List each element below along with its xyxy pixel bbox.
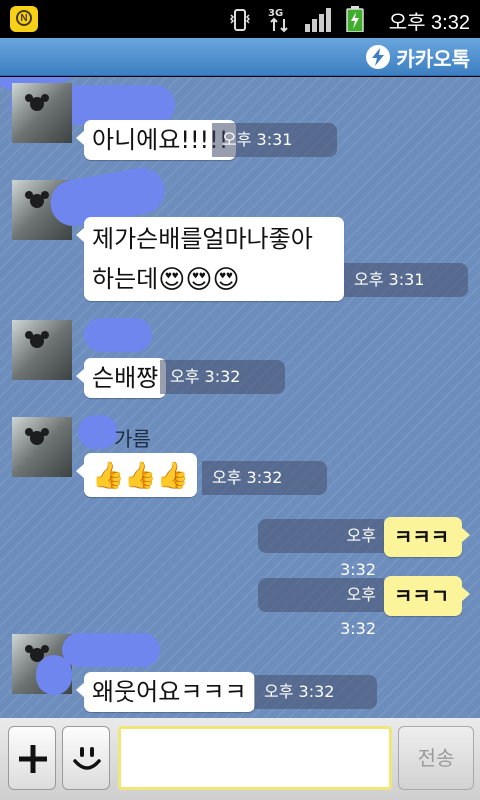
3g-data-icon: 3G [268, 8, 288, 33]
message-bubble[interactable]: 제가슨배를얼마나좋아 하는데😍😍😍 [76, 217, 344, 301]
plus-icon [19, 745, 47, 773]
message-bubble[interactable]: 👍👍👍 [75, 453, 198, 497]
avatar[interactable] [12, 320, 72, 380]
app-logo: 카카오톡 [366, 42, 470, 72]
message-time: 오후 3:32 [202, 461, 327, 495]
redacted-name [84, 318, 152, 352]
message-bubble-own[interactable]: ㅋㅋㄱ [384, 576, 470, 616]
title-bar: 카카오톡 [0, 38, 480, 76]
message-time: 오후 3:32 [258, 519, 384, 579]
message-bubble[interactable]: 슨배쨩 [75, 358, 167, 398]
message-time: 오후 3:32 [160, 360, 285, 394]
message-time: 오후 3:31 [344, 263, 468, 297]
chat-area[interactable]: 아니에요!!!!! 오후 3:31 제가슨배를얼마나좋아 하는데😍😍😍 오후 3… [0, 77, 480, 718]
message-time: 오후 3:31 [212, 123, 337, 157]
battery-charging-icon [346, 6, 364, 32]
emoticon-button[interactable] [62, 726, 110, 790]
message-time: 오후 3:32 [258, 578, 384, 638]
message-time: 오후 3:32 [254, 675, 377, 709]
thumbs-up-emoji-icon: 👍👍👍 [92, 461, 190, 491]
svg-text:3G: 3G [268, 8, 283, 19]
avatar[interactable] [12, 417, 72, 477]
app-title: 카카오톡 [396, 46, 470, 71]
smiley-icon [73, 747, 101, 770]
heart-eyes-emoji-icon: 😍😍😍 [158, 265, 240, 295]
message-line-text: 하는데 [92, 265, 159, 293]
attach-plus-button[interactable] [8, 726, 56, 790]
message-input[interactable] [118, 726, 392, 790]
redacted-name [78, 415, 118, 449]
status-time: 오후 3:32 [388, 12, 470, 34]
message-line: 하는데😍😍😍 [92, 259, 336, 299]
message-bubble[interactable]: 왜웃어요ㅋㅋㅋ [76, 672, 255, 712]
sender-name: 가름 [114, 427, 151, 451]
input-bar: 전송 [0, 718, 480, 800]
message-bubble-own[interactable]: ㅋㅋㅋ [384, 517, 470, 557]
signal-icon [305, 8, 331, 32]
naver-app-icon: N [10, 6, 38, 32]
send-button[interactable]: 전송 [398, 726, 474, 790]
avatar[interactable] [12, 83, 72, 143]
redacted-name [62, 633, 160, 667]
message-line: 제가슨배를얼마나좋아 [92, 225, 313, 253]
kakao-bolt-icon [366, 45, 391, 69]
vibrate-icon [229, 9, 251, 31]
status-bar: N 3G 오후 3:32 [0, 0, 480, 38]
redacted-avatar [36, 655, 72, 695]
